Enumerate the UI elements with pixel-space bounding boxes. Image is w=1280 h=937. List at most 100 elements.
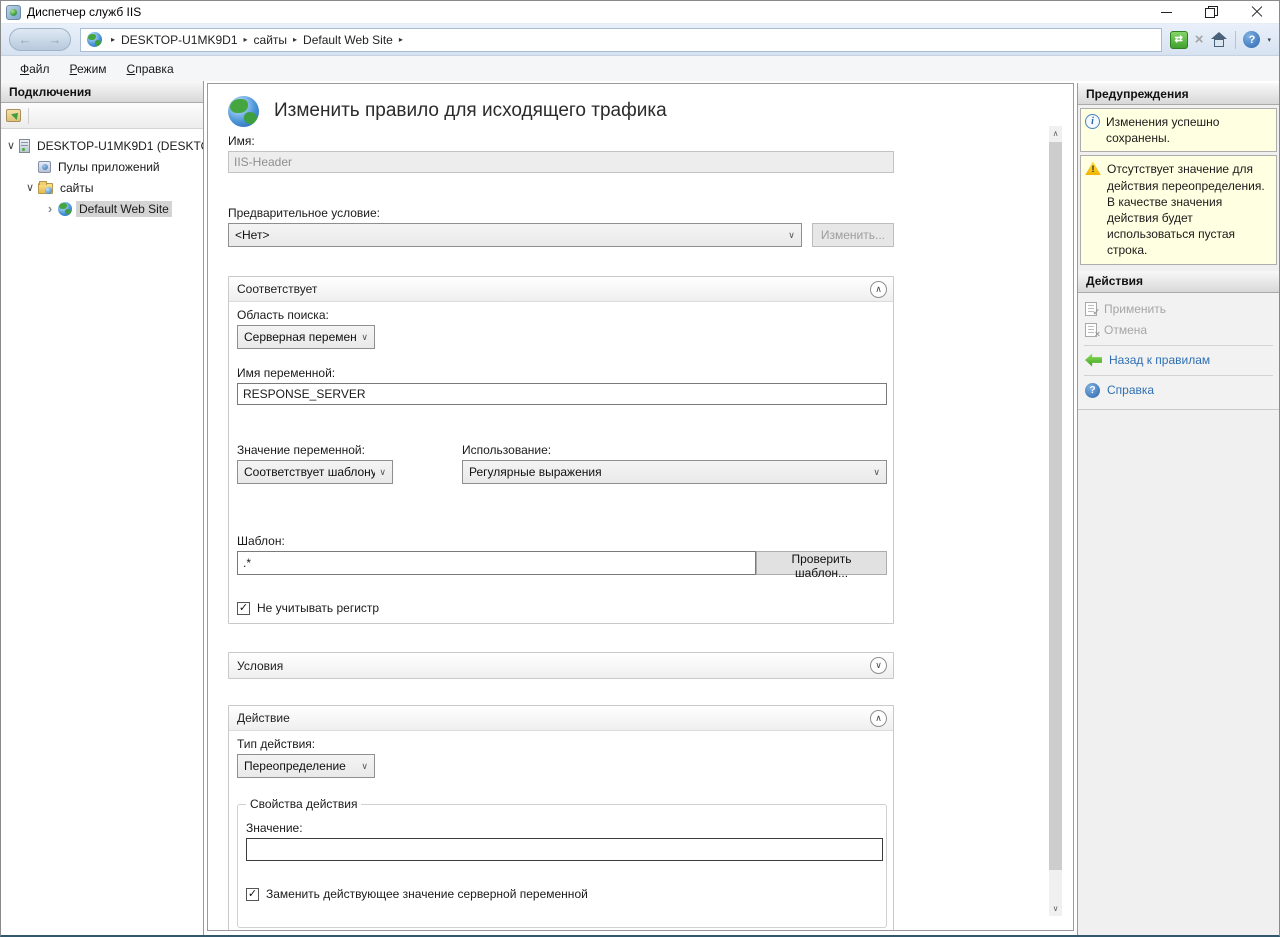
menu-file[interactable]: Файл	[11, 59, 59, 79]
action-section-header[interactable]: Действие ∧	[229, 706, 893, 731]
expander-open-icon[interactable]: ∨	[4, 139, 18, 152]
action-type-select[interactable]: Переопределение ∨	[237, 754, 375, 778]
vertical-scrollbar[interactable]: ∧ ∨	[1049, 126, 1062, 916]
replace-value-checkbox[interactable]: ✓	[246, 888, 259, 901]
match-section-title: Соответствует	[237, 282, 870, 296]
minimize-button[interactable]	[1144, 1, 1189, 23]
match-section-header[interactable]: Соответствует ∧	[229, 277, 893, 302]
expander-closed-icon[interactable]: ›	[43, 201, 57, 216]
nav-history-buttons: ← →	[9, 28, 71, 51]
help-action[interactable]: ? Справка	[1078, 380, 1279, 401]
info-alert: i Изменения успешно сохранены.	[1080, 108, 1277, 152]
actions-divider	[1084, 375, 1273, 376]
cancel-icon: ×	[1085, 323, 1097, 337]
variable-value-label: Значение переменной:	[237, 443, 462, 457]
help-dropdown-icon[interactable]: ▾	[1267, 36, 1271, 44]
expand-icon[interactable]: ∨	[870, 657, 887, 674]
tree-node-default-web-site[interactable]: › Default Web Site	[1, 198, 203, 219]
action-section-title: Действие	[237, 711, 870, 725]
tree-node-app-pools[interactable]: Пулы приложений	[1, 156, 203, 177]
precondition-select[interactable]: <Нет> ∨	[228, 223, 802, 247]
variable-value-select[interactable]: Соответствует шаблону ∨	[237, 460, 393, 484]
toolbar-divider	[1235, 31, 1236, 49]
actions-divider	[1084, 345, 1273, 346]
forward-icon[interactable]: →	[49, 33, 62, 46]
help-label[interactable]: Справка	[1107, 383, 1154, 397]
chevron-down-icon: ∨	[788, 230, 795, 241]
info-alert-text: Изменения успешно сохранены.	[1106, 114, 1272, 146]
scroll-up-icon[interactable]: ∧	[1049, 126, 1062, 141]
using-value: Регулярные выражения	[469, 465, 869, 479]
back-icon[interactable]: ←	[19, 33, 32, 46]
close-icon	[1251, 6, 1263, 18]
navigation-bar: ← → ▸ DESKTOP-U1MK9D1 ▸ сайты ▸ Default …	[1, 23, 1279, 56]
scroll-down-icon[interactable]: ∨	[1049, 901, 1062, 916]
menu-mode[interactable]: Режим	[61, 59, 116, 79]
ignore-case-checkbox[interactable]: ✓	[237, 602, 250, 615]
back-to-rules-label[interactable]: Назад к правилам	[1109, 353, 1210, 367]
title-bar: Диспетчер служб IIS	[1, 1, 1279, 23]
variable-name-input[interactable]	[237, 383, 887, 405]
breadcrumb-separator-icon: ▸	[399, 35, 403, 44]
name-label: Имя:	[228, 134, 894, 148]
scope-select[interactable]: Серверная переменн ∨	[237, 325, 375, 349]
breadcrumb-host[interactable]: DESKTOP-U1MK9D1	[121, 33, 237, 47]
apply-label: Применить	[1104, 302, 1166, 316]
breadcrumb-separator-icon: ▸	[111, 35, 115, 44]
action-section: Действие ∧ Тип действия: Переопределение…	[228, 705, 894, 931]
match-section: Соответствует ∧ Область поиска: Серверна…	[228, 276, 894, 624]
precondition-label: Предварительное условие:	[228, 206, 894, 220]
app-pools-icon	[38, 161, 51, 173]
actions-header: Действия	[1078, 271, 1279, 293]
minimize-icon	[1161, 12, 1172, 13]
close-button[interactable]	[1234, 1, 1279, 23]
conditions-section-title: Условия	[237, 659, 870, 673]
main-panel: Изменить правило для исходящего трафика …	[207, 83, 1074, 931]
tree-node-server[interactable]: ∨ DESKTOP-U1MK9D1 (DESKTOP	[1, 135, 203, 156]
test-pattern-button[interactable]: Проверить шаблон...	[756, 551, 887, 575]
menu-help[interactable]: Справка	[118, 59, 183, 79]
tree-node-sites[interactable]: ∨ сайты	[1, 177, 203, 198]
breadcrumb-sites[interactable]: сайты	[254, 33, 288, 47]
pattern-input[interactable]	[237, 551, 756, 575]
server-icon	[19, 139, 30, 153]
connections-toolbar	[1, 103, 203, 129]
back-to-rules-action[interactable]: Назад к правилам	[1078, 350, 1279, 371]
collapse-icon[interactable]: ∧	[870, 281, 887, 298]
cancel-label: Отмена	[1104, 323, 1147, 337]
restore-button[interactable]	[1189, 1, 1234, 23]
alerts-list: i Изменения успешно сохранены. ! Отсутст…	[1078, 105, 1279, 271]
connections-tree: ∨ DESKTOP-U1MK9D1 (DESKTOP Пулы приложен…	[1, 129, 203, 219]
tree-label-sites[interactable]: сайты	[57, 180, 97, 196]
warning-alert: ! Отсутствует значение для действия пере…	[1080, 155, 1277, 264]
breadcrumb-site[interactable]: Default Web Site	[303, 33, 393, 47]
conditions-section-header[interactable]: Условия ∨	[229, 653, 893, 678]
tree-label-default-web-site[interactable]: Default Web Site	[76, 201, 172, 217]
window-title: Диспетчер служб IIS	[27, 5, 141, 19]
action-type-value: Переопределение	[244, 759, 357, 773]
apply-icon: ✓	[1085, 302, 1097, 316]
refresh-icon[interactable]: ⇄	[1170, 31, 1188, 49]
address-bar[interactable]: ▸ DESKTOP-U1MK9D1 ▸ сайты ▸ Default Web …	[80, 28, 1162, 52]
replace-value-label: Заменить действующее значение серверной …	[266, 887, 588, 901]
expander-open-icon[interactable]: ∨	[23, 181, 37, 194]
ignore-case-row: ✓ Не учитывать регистр	[237, 601, 887, 615]
scope-label: Область поиска:	[237, 308, 887, 322]
edit-precondition-button: Изменить...	[812, 223, 894, 247]
tree-label-app-pools[interactable]: Пулы приложений	[55, 159, 163, 175]
action-value-input[interactable]	[246, 838, 883, 861]
connections-panel: Подключения ∨ DESKTOP-U1MK9D1 (DESKTOP П…	[1, 81, 204, 935]
home-icon[interactable]	[1210, 32, 1228, 48]
using-select[interactable]: Регулярные выражения ∨	[462, 460, 887, 484]
create-connection-icon[interactable]	[6, 109, 21, 122]
apply-action: ✓ Применить	[1078, 299, 1279, 320]
warning-icon: !	[1085, 161, 1101, 175]
scrollbar-thumb[interactable]	[1049, 142, 1062, 870]
help-icon[interactable]: ?	[1243, 31, 1260, 48]
chevron-down-icon: ∨	[361, 761, 368, 772]
collapse-icon[interactable]: ∧	[870, 710, 887, 727]
variable-value-value: Соответствует шаблону	[244, 465, 375, 479]
variable-name-label: Имя переменной:	[237, 366, 887, 380]
tree-label-server[interactable]: DESKTOP-U1MK9D1 (DESKTOP	[34, 138, 203, 154]
menu-bar: Файл Режим Справка	[1, 56, 1279, 81]
